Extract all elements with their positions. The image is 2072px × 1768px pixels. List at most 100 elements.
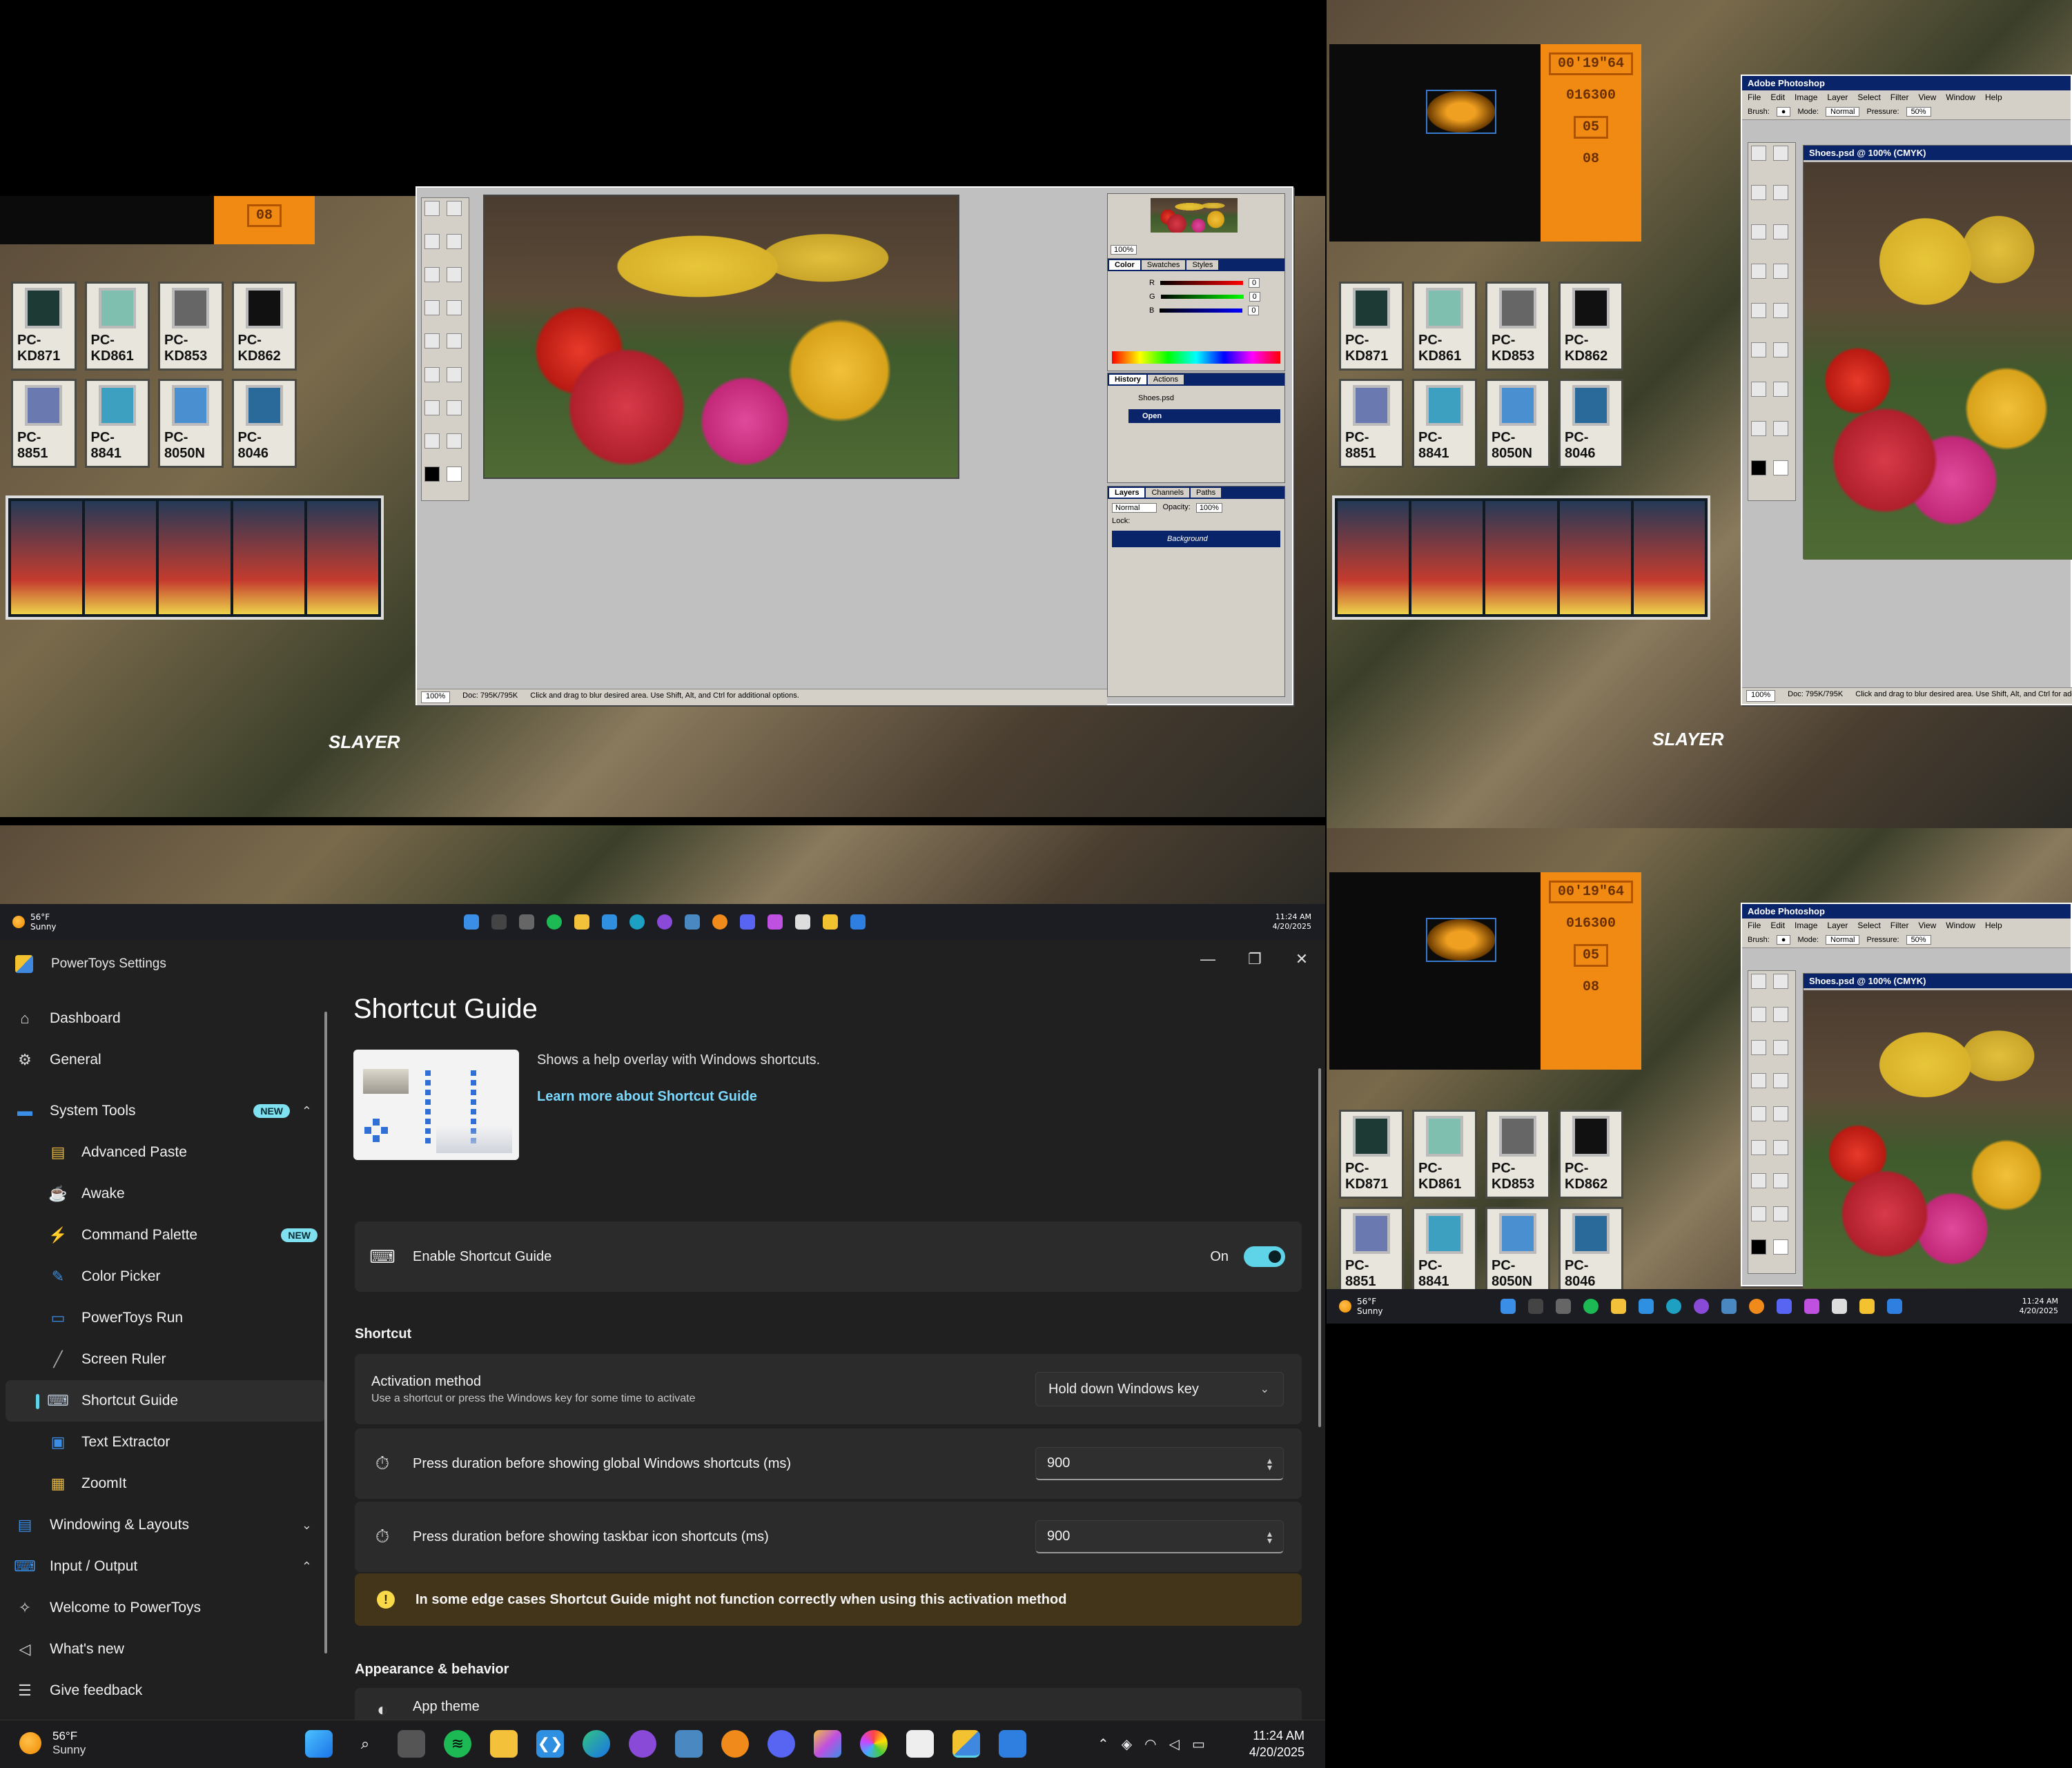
nav-welcome[interactable]: ✧ Welcome to PowerToys — [0, 1587, 331, 1629]
menu-window[interactable]: Window — [1946, 921, 1975, 930]
photoshop-toolbox[interactable] — [1748, 970, 1796, 1274]
color-app-icon[interactable] — [860, 1730, 888, 1758]
tab-color[interactable]: Color — [1109, 260, 1140, 270]
edge-icon[interactable] — [583, 1730, 610, 1758]
channel-r-value[interactable]: 0 — [1248, 278, 1260, 288]
tab-swatches[interactable]: Swatches — [1141, 260, 1186, 270]
blender-icon[interactable] — [721, 1730, 749, 1758]
shoes-photo[interactable] — [1804, 162, 2072, 560]
navigator-zoom[interactable]: 100% — [1111, 245, 1137, 255]
restore-button[interactable]: ❐ — [1231, 940, 1278, 979]
discord-icon[interactable] — [768, 1730, 795, 1758]
nav-command-palette[interactable]: ⚡ Command Palette NEW — [0, 1215, 331, 1256]
minimize-button[interactable]: — — [1184, 940, 1231, 979]
task-view-icon[interactable] — [398, 1730, 425, 1758]
brush-picker[interactable]: ● — [1776, 107, 1791, 117]
menu-edit[interactable]: Edit — [1770, 921, 1785, 930]
file-explorer-icon[interactable] — [490, 1730, 518, 1758]
nav-screen-ruler[interactable]: ╱ Screen Ruler — [0, 1339, 331, 1380]
menu-filter[interactable]: Filter — [1890, 92, 1909, 102]
search-icon[interactable] — [1527, 1299, 1543, 1314]
nav-text-extractor[interactable]: ▣ Text Extractor — [0, 1422, 331, 1463]
menu-select[interactable]: Select — [1857, 921, 1880, 930]
brush-picker[interactable]: ● — [1776, 935, 1791, 945]
menu-select[interactable]: Select — [1857, 92, 1880, 102]
nav-windowing-layouts[interactable]: ▤ Windowing & Layouts ⌄ — [0, 1504, 331, 1546]
wifi-icon[interactable]: ◠ — [1144, 1736, 1156, 1753]
photoshop-icon[interactable] — [794, 914, 810, 930]
photoshop-window-right-top[interactable]: Adobe Photoshop File Edit Image Layer Se… — [1741, 75, 2072, 705]
nav-dashboard[interactable]: ⌂ Dashboard — [0, 998, 331, 1039]
photoshop-icon[interactable] — [1831, 1299, 1847, 1314]
zoom-field[interactable]: 100% — [421, 691, 451, 703]
tab-history[interactable]: History — [1109, 375, 1146, 384]
taskbar-clock[interactable]: 11:24 AM 4/20/2025 — [1273, 912, 1325, 932]
opacity-value[interactable]: 100% — [1195, 503, 1222, 513]
layers-panel[interactable]: Layers Channels Paths Normal Opacity: 10… — [1107, 486, 1285, 697]
github-icon[interactable] — [1693, 1299, 1709, 1314]
edge-icon[interactable] — [629, 914, 645, 930]
godot-icon[interactable] — [684, 914, 700, 930]
menu-help[interactable]: Help — [1985, 92, 2002, 102]
mode-select[interactable]: Normal — [1826, 935, 1860, 945]
menu-image[interactable]: Image — [1795, 92, 1817, 102]
color-panel[interactable]: Color Swatches Styles R 0 G 0 B 0 — [1107, 258, 1285, 371]
menu-image[interactable]: Image — [1795, 921, 1817, 930]
powertoys-icon[interactable] — [952, 1730, 980, 1758]
photoshop-window-right-bottom[interactable]: Adobe Photoshop File Edit Image Layer Se… — [1741, 903, 2072, 1288]
pressure-field[interactable]: 50% — [1906, 935, 1931, 945]
layer-background[interactable]: Background — [1112, 531, 1280, 547]
start-icon[interactable] — [305, 1730, 333, 1758]
layers-mode[interactable]: Normal — [1112, 503, 1157, 513]
copilot-icon[interactable] — [1804, 1299, 1819, 1314]
weather-widget[interactable]: 56°F Sunny — [1327, 1297, 1383, 1316]
shield-icon[interactable]: ◈ — [1122, 1736, 1132, 1753]
menu-file[interactable]: File — [1748, 921, 1761, 930]
vscode-icon[interactable] — [601, 914, 617, 930]
nav-powertoys-run[interactable]: ▭ PowerToys Run — [0, 1297, 331, 1339]
close-button[interactable]: ✕ — [1278, 940, 1325, 979]
snipping-tool-icon[interactable] — [906, 1730, 934, 1758]
taskbar-clock[interactable]: 11:24 AM 4/20/2025 — [2020, 1297, 2072, 1316]
channel-b-value[interactable]: 0 — [1248, 306, 1260, 315]
color-spectrum-bar[interactable] — [1112, 351, 1280, 364]
menu-view[interactable]: View — [1918, 92, 1936, 102]
start-icon[interactable] — [463, 914, 479, 930]
menu-layer[interactable]: Layer — [1827, 921, 1848, 930]
chevron-up-icon[interactable]: ⌃ — [1097, 1736, 1109, 1753]
zoom-field[interactable]: 100% — [1746, 690, 1776, 702]
task-view-icon[interactable] — [518, 914, 534, 930]
spinner-icon[interactable]: ▴ ▾ — [1267, 1455, 1272, 1472]
search-icon[interactable] — [491, 914, 507, 930]
history-item-shoes[interactable]: Shoes.psd — [1135, 391, 1280, 405]
history-item-open[interactable]: Open — [1128, 409, 1280, 423]
chevron-down-icon[interactable]: ⌄ — [302, 1518, 312, 1533]
godot-icon[interactable] — [675, 1730, 703, 1758]
chevron-up-icon[interactable]: ⌃ — [302, 1560, 312, 1574]
github-icon[interactable] — [629, 1730, 656, 1758]
discord-icon[interactable] — [1776, 1299, 1792, 1314]
nav-input-output[interactable]: ⌨ Input / Output ⌃ — [0, 1546, 331, 1587]
weather-widget[interactable]: 56°F Sunny — [0, 912, 57, 932]
godot-icon[interactable] — [1721, 1299, 1737, 1314]
nav-system-tools[interactable]: ▬ System Tools NEW ⌃ — [0, 1090, 331, 1132]
powertoys-icon[interactable] — [1859, 1299, 1875, 1314]
enable-toggle[interactable] — [1244, 1246, 1285, 1267]
notepad-icon[interactable] — [850, 914, 866, 930]
photoshop-toolbox[interactable] — [1748, 142, 1796, 501]
document-window[interactable]: Shoes.psd @ 100% (CMYK) — [1803, 145, 2072, 560]
spotify-icon[interactable] — [546, 914, 562, 930]
menu-layer[interactable]: Layer — [1827, 92, 1848, 102]
nav-advanced-paste[interactable]: ▤ Advanced Paste — [0, 1132, 331, 1173]
nav-shortcut-guide[interactable]: ⌨ Shortcut Guide — [6, 1380, 326, 1422]
photoshop-toolbox[interactable] — [421, 197, 469, 501]
tab-channels[interactable]: Channels — [1146, 488, 1189, 498]
document-window[interactable]: Shoes.psd @ 100% (CMYK) — [1803, 973, 2072, 1288]
mode-select[interactable]: Normal — [1826, 107, 1860, 117]
nav-awake[interactable]: ☕ Awake — [0, 1173, 331, 1215]
file-explorer-icon[interactable] — [1610, 1299, 1626, 1314]
chevron-up-icon[interactable]: ⌃ — [302, 1104, 312, 1119]
menu-view[interactable]: View — [1918, 921, 1936, 930]
shoes-photo[interactable] — [483, 195, 959, 479]
press-global-input[interactable]: 900 ▴ ▾ — [1035, 1447, 1284, 1480]
